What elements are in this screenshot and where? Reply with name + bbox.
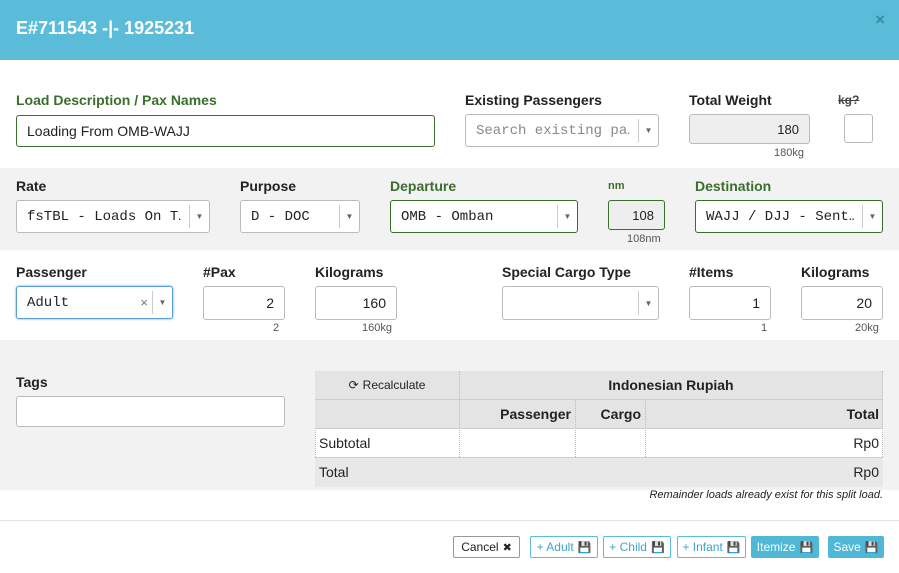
subtotal-label: Subtotal [319, 434, 371, 451]
items-hint: 1 [761, 322, 768, 334]
subtotal-cargo [575, 428, 645, 457]
destination-select[interactable]: WAJJ / DJJ - Sent… ▼ [695, 200, 883, 233]
purpose-select[interactable]: D - DOC ▼ [240, 200, 360, 233]
add-adult-button[interactable]: + Adult 💾 [530, 536, 598, 558]
rate-select[interactable]: fsTBL - Loads On T… ▼ [16, 200, 210, 233]
total-label: Total [319, 464, 349, 480]
rate-label: Rate [16, 178, 47, 194]
subtotal-passenger [459, 428, 575, 457]
total-value: Rp0 [853, 464, 879, 480]
cargo-kilograms-hint: 20kg [855, 322, 879, 334]
special-cargo-select[interactable]: ▼ [502, 286, 659, 320]
save-icon: 💾 [577, 541, 592, 554]
add-child-label: + Child [609, 540, 647, 554]
destination-label: Destination [695, 178, 772, 194]
distance-input [608, 200, 665, 230]
chevron-down-icon[interactable]: ▼ [557, 205, 577, 228]
footer-divider [0, 520, 899, 521]
clear-icon[interactable]: × [140, 287, 148, 318]
subtotal-total: Rp0 [853, 434, 879, 451]
departure-label: Departure [390, 178, 457, 194]
save-label: Save [833, 540, 861, 554]
purpose-value: D - DOC [251, 208, 310, 225]
add-child-button[interactable]: + Child 💾 [603, 536, 671, 558]
currency-header: Indonesian Rupiah [608, 377, 734, 393]
add-infant-button[interactable]: + Infant 💾 [677, 536, 746, 558]
cancel-label: Cancel [461, 540, 499, 554]
close-icon[interactable]: × [875, 10, 885, 30]
items-input[interactable] [689, 286, 771, 320]
pricing-table: ⟳ Recalculate Indonesian Rupiah Passenge… [315, 371, 883, 487]
kg-toggle-label: kg? [838, 93, 860, 107]
divider [882, 371, 883, 457]
save-button[interactable]: Save 💾 [828, 536, 884, 558]
column-total: Total [846, 405, 879, 422]
pax-hint: 2 [273, 322, 280, 334]
pax-label: #Pax [203, 264, 236, 280]
recalculate-label: Recalculate [362, 378, 426, 392]
pax-kilograms-label: Kilograms [315, 264, 384, 280]
cancel-button[interactable]: Cancel ✖ [453, 536, 520, 558]
cargo-kilograms-label: Kilograms [801, 264, 870, 280]
destination-value: WAJJ / DJJ - Sent… [706, 208, 854, 225]
chevron-down-icon[interactable]: ▼ [189, 205, 209, 228]
rate-value: fsTBL - Loads On T… [27, 208, 181, 225]
passenger-select[interactable]: Adult × ▼ [16, 286, 173, 319]
refresh-icon: ⟳ [348, 378, 359, 392]
cargo-kilograms-input[interactable] [801, 286, 883, 320]
save-icon: 💾 [799, 541, 814, 554]
modal-title: E#711543 -|- 1925231 [16, 18, 195, 38]
special-cargo-label: Special Cargo Type [502, 264, 631, 280]
divider [315, 428, 316, 457]
departure-value: OMB - Omban [401, 208, 494, 225]
remainder-note: Remainder loads already exist for this s… [649, 489, 883, 501]
purpose-label: Purpose [240, 178, 297, 194]
tags-input[interactable] [16, 396, 285, 427]
itemize-label: Itemize [756, 540, 796, 554]
modal-header: E#711543 -|- 1925231 × [0, 0, 899, 60]
divider [315, 457, 883, 458]
divider [315, 428, 883, 429]
pax-kilograms-input[interactable] [315, 286, 397, 320]
load-description-input[interactable] [16, 115, 435, 147]
items-label: #Items [689, 264, 734, 280]
existing-passengers-select[interactable]: Search existing pa… ▼ [465, 114, 659, 147]
total-weight-input [689, 114, 810, 144]
pax-kilograms-hint: 160kg [362, 322, 392, 334]
recalculate-button[interactable]: ⟳ Recalculate [315, 371, 459, 399]
save-icon: 💾 [726, 541, 741, 554]
distance-hint: 108nm [627, 233, 661, 245]
save-icon: 💾 [864, 541, 879, 554]
passenger-label: Passenger [16, 264, 87, 280]
add-adult-label: + Adult [536, 540, 574, 554]
special-cargo-value [513, 287, 630, 319]
departure-select[interactable]: OMB - Omban ▼ [390, 200, 578, 233]
kg-checkbox[interactable] [844, 114, 873, 143]
add-infant-label: + Infant [682, 540, 723, 554]
chevron-down-icon[interactable]: ▼ [638, 291, 658, 315]
tags-label: Tags [16, 374, 48, 390]
column-passenger: Passenger [500, 405, 571, 422]
divider [459, 371, 460, 457]
close-icon: ✖ [502, 541, 512, 554]
total-weight-label: Total Weight [689, 92, 772, 108]
existing-passengers-placeholder: Search existing pa… [476, 122, 630, 139]
chevron-down-icon[interactable]: ▼ [152, 291, 172, 314]
load-description-label: Load Description / Pax Names [16, 92, 217, 108]
passenger-value: Adult [27, 294, 70, 311]
save-icon: 💾 [650, 541, 665, 554]
divider [315, 399, 883, 400]
chevron-down-icon[interactable]: ▼ [638, 119, 658, 142]
total-weight-hint: 180kg [774, 147, 804, 159]
column-cargo: Cargo [600, 405, 641, 422]
distance-label: nm [608, 180, 625, 192]
existing-passengers-label: Existing Passengers [465, 92, 602, 108]
pax-input[interactable] [203, 286, 285, 320]
itemize-button[interactable]: Itemize 💾 [751, 536, 819, 558]
chevron-down-icon[interactable]: ▼ [339, 205, 359, 228]
chevron-down-icon[interactable]: ▼ [862, 205, 882, 228]
